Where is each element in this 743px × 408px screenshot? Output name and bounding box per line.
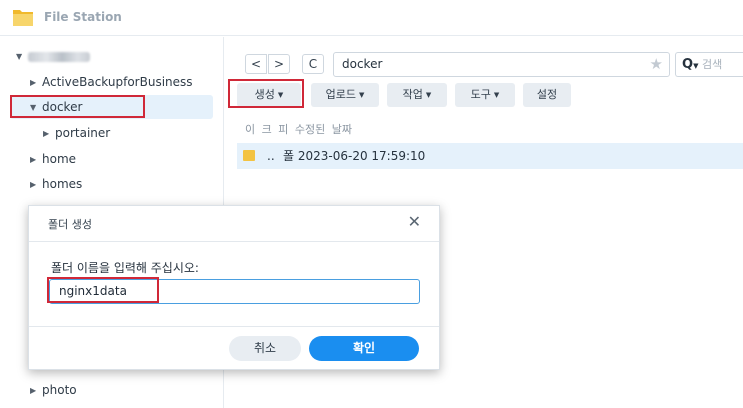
search-dropdown-icon[interactable]: ▼ [693,62,698,70]
back-button[interactable]: < [245,54,267,74]
folder-icon [13,10,33,26]
title-bar: File Station [0,0,743,36]
close-icon[interactable]: ✕ [408,212,421,231]
search-placeholder: 검색 [701,58,723,71]
table-row[interactable]: .. 폴 2023-06-20 17:59:10 [237,143,743,169]
action-button[interactable]: 작업 ▼ [387,83,447,107]
tools-button[interactable]: 도구 ▼ [455,83,515,107]
folder-icon [243,150,255,161]
settings-button-label: 설정 [536,88,558,101]
caret-down-icon[interactable]: ▼ [30,96,42,120]
path-value: docker [342,57,383,71]
sidebar-item-portainer[interactable]: ▶ portainer [43,121,110,145]
dialog-title: 폴더 생성 [48,218,92,231]
sidebar-item-docker[interactable]: ▼ docker [10,95,213,119]
refresh-button[interactable]: C [302,54,324,74]
file-type-date: 폴 2023-06-20 17:59:10 [283,149,426,163]
caret-right-icon[interactable]: ▶ [30,148,42,172]
upload-button[interactable]: 업로드 ▼ [311,83,379,107]
sidebar-item-home[interactable]: ▶ home [30,147,76,171]
sidebar-item-label: home [42,152,77,166]
upload-button-label: 업로드 [325,88,356,101]
sidebar-item-host[interactable]: ▼ [16,44,90,68]
create-folder-dialog: 폴더 생성 ✕ 폴더 이름을 입력해 주십시오: nginx1data 취소 확… [28,205,440,370]
path-field[interactable]: docker ★ [333,52,670,77]
chevron-down-icon: ▼ [277,91,284,99]
divider [29,241,439,242]
cancel-button[interactable]: 취소 [229,336,301,361]
star-icon[interactable]: ★ [650,53,663,76]
app-title: File Station [44,10,122,24]
sidebar-item-label: ActiveBackupforBusiness [42,75,193,89]
folder-name-input[interactable]: nginx1data [49,279,420,304]
forward-button[interactable]: > [268,54,290,74]
sidebar-item-label: docker [42,100,83,114]
sidebar-item-label: photo [42,383,77,397]
confirm-button[interactable]: 확인 [309,336,419,361]
sidebar-item-activebackup[interactable]: ▶ ActiveBackupforBusiness [30,70,193,94]
sidebar-item-label: portainer [55,126,111,140]
sidebar-item-label: homes [42,177,83,191]
chevron-down-icon: ▼ [493,91,500,99]
settings-button[interactable]: 설정 [523,83,571,107]
create-button-label: 생성 [254,88,275,101]
caret-right-icon[interactable]: ▶ [30,379,42,403]
column-headers: 이 크 피 수정된 날짜 [245,123,352,136]
redacted-hostname [28,51,90,62]
search-icon[interactable]: Q [682,57,693,72]
tools-button-label: 도구 [470,88,491,101]
chevron-down-icon: ▼ [425,91,432,99]
sidebar-item-photo[interactable]: ▶ photo [30,378,77,402]
caret-right-icon[interactable]: ▶ [43,122,55,146]
create-button[interactable]: 생성 ▼ [237,83,301,107]
divider [29,326,439,327]
dialog-prompt: 폴더 이름을 입력해 주십시오: [51,261,199,275]
caret-right-icon[interactable]: ▶ [30,173,42,197]
caret-right-icon[interactable]: ▶ [30,71,42,95]
action-button-label: 작업 [402,88,423,101]
sidebar-item-homes[interactable]: ▶ homes [30,172,82,196]
file-name: .. [267,149,275,163]
caret-down-icon[interactable]: ▼ [16,45,28,69]
chevron-down-icon: ▼ [358,91,365,99]
search-input[interactable]: Q▼ 검색 [675,52,743,77]
